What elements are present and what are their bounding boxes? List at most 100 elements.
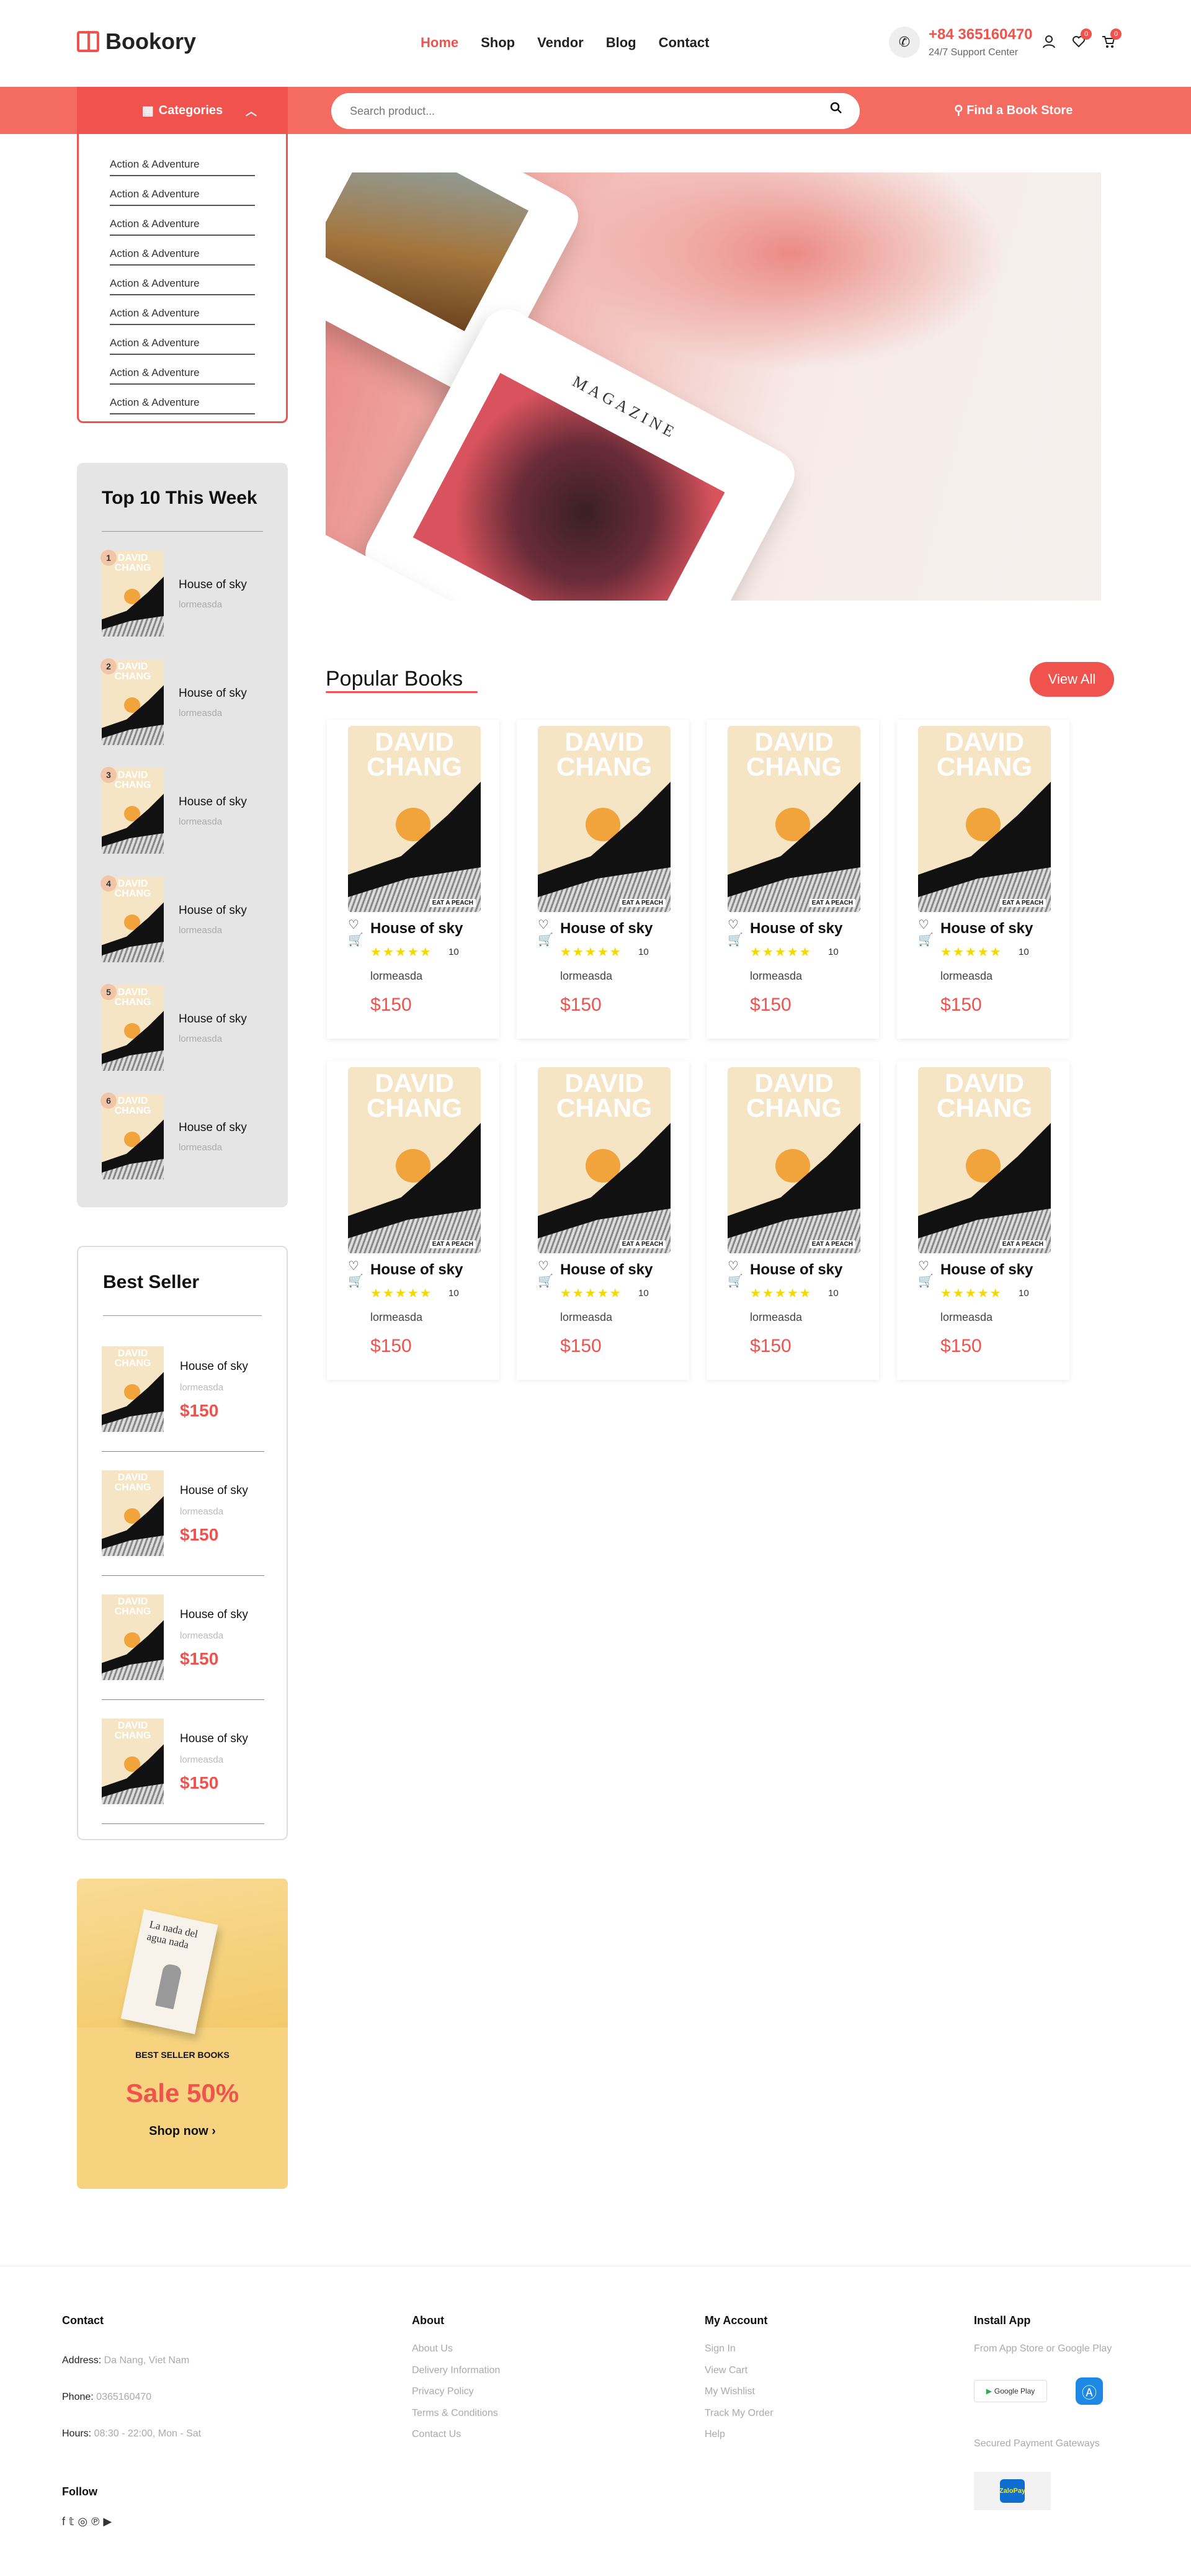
best-seller-item[interactable]: DAVID CHANG House of sky lormeasda $150 — [102, 1452, 264, 1576]
book-card[interactable]: DAVID CHANG EAT A PEACH ♡ 🛒 House of sky ★★★★… — [517, 1061, 689, 1380]
top10-book-title[interactable]: House of sky — [179, 578, 247, 592]
book-title[interactable]: House of sky — [560, 1261, 653, 1279]
book-card[interactable]: DAVID CHANG EAT A PEACH ♡ 🛒 House of sky ★★★★… — [707, 1061, 879, 1380]
footer-link[interactable]: Track My Order — [705, 2408, 774, 2419]
youtube-icon[interactable]: ▶ — [103, 2515, 112, 2528]
user-icon[interactable] — [1042, 35, 1056, 53]
footer-link[interactable]: About Us — [412, 2343, 453, 2355]
top10-item[interactable]: 4 DAVID CHANG House of sky lormeasda — [100, 875, 274, 962]
footer-link[interactable]: Sign In — [705, 2343, 736, 2355]
heart-icon[interactable]: ♡ — [918, 1258, 929, 1274]
cart-icon[interactable]: 🛒 — [728, 932, 743, 947]
cart-icon[interactable]: 🛒 — [918, 1273, 934, 1289]
book-card[interactable]: DAVID CHANG EAT A PEACH ♡ 🛒 House of sky ★★★★… — [517, 720, 689, 1039]
book-card[interactable]: DAVID CHANG EAT A PEACH ♡ 🛒 House of sky ★★★★… — [327, 720, 499, 1039]
book-card[interactable]: DAVID CHANG EAT A PEACH ♡ 🛒 House of sky ★★★★… — [897, 1061, 1069, 1380]
shop-now-link[interactable]: Shop now › — [77, 2124, 288, 2139]
category-item[interactable]: Action & Adventure — [110, 176, 255, 206]
heart-icon[interactable]: ♡ — [348, 917, 359, 932]
category-item[interactable]: Action & Adventure — [110, 355, 255, 385]
footer-link[interactable]: Privacy Policy — [412, 2386, 474, 2397]
cart-icon[interactable]: 🛒 — [348, 932, 364, 947]
best-seller-book-title[interactable]: House of sky — [180, 1360, 248, 1374]
heart-icon[interactable]: ♡ — [918, 917, 929, 932]
best-seller-item[interactable]: DAVID CHANG House of sky lormeasda $150 — [102, 1328, 264, 1452]
top10-book-title[interactable]: House of sky — [179, 1121, 247, 1135]
top10-item[interactable]: 2 DAVID CHANG House of sky lormeasda — [100, 658, 274, 745]
best-seller-book-title[interactable]: House of sky — [180, 1484, 248, 1498]
chevron-right-icon: › — [212, 2124, 216, 2138]
book-title[interactable]: House of sky — [370, 1261, 463, 1279]
heart-icon[interactable]: ♡ — [538, 1258, 549, 1274]
book-title[interactable]: House of sky — [940, 1261, 1033, 1279]
top10-item[interactable]: 5 DAVID CHANG House of sky lormeasda — [100, 984, 274, 1071]
best-seller-item[interactable]: DAVID CHANG House of sky lormeasda $150 — [102, 1700, 264, 1824]
support-phone[interactable]: +84 365160470 — [929, 26, 1033, 43]
top10-book-title[interactable]: House of sky — [179, 904, 247, 918]
cart-icon[interactable]: 🛒 — [918, 932, 934, 947]
logo[interactable]: Bookory — [77, 29, 196, 55]
cart-icon[interactable]: 🛒 — [348, 1273, 364, 1289]
promo-banner[interactable]: La nada del agua nada BEST SELLER BOOKS … — [77, 1879, 288, 2189]
heart-icon[interactable]: ♡ — [538, 917, 549, 932]
book-title[interactable]: House of sky — [370, 920, 463, 937]
footer-link[interactable]: View Cart — [705, 2365, 747, 2376]
top10-item[interactable]: 3 DAVID CHANG House of sky lormeasda — [100, 767, 274, 854]
book-card[interactable]: DAVID CHANG EAT A PEACH ♡ 🛒 House of sky ★★★★… — [897, 720, 1069, 1039]
book-title[interactable]: House of sky — [560, 920, 653, 937]
top10-book-title[interactable]: House of sky — [179, 795, 247, 809]
category-item[interactable]: Action & Adventure — [110, 385, 255, 414]
search-icon[interactable] — [830, 102, 842, 118]
find-store-link[interactable]: ⚲ Find a Book Store — [954, 102, 1073, 118]
nav-shop[interactable]: Shop — [481, 35, 515, 51]
heart-icon[interactable]: ♡ — [728, 1258, 739, 1274]
book-title[interactable]: House of sky — [750, 1261, 842, 1279]
category-item[interactable]: Action & Adventure — [110, 295, 255, 325]
category-item[interactable]: Action & Adventure — [110, 325, 255, 355]
book-title[interactable]: House of sky — [940, 920, 1033, 937]
book-card[interactable]: DAVID CHANG EAT A PEACH ♡ 🛒 House of sky ★★★★… — [327, 1061, 499, 1380]
footer-link[interactable]: Contact Us — [412, 2429, 461, 2440]
footer-link[interactable]: My Wishlist — [705, 2386, 755, 2397]
category-item[interactable]: Action & Adventure — [110, 206, 255, 236]
footer-link[interactable]: Delivery Information — [412, 2365, 500, 2376]
search-input[interactable] — [350, 101, 821, 122]
instagram-icon[interactable]: ◎ — [78, 2515, 87, 2528]
top10-book-title[interactable]: House of sky — [179, 1013, 247, 1026]
best-seller-book-title[interactable]: House of sky — [180, 1732, 248, 1746]
category-item[interactable]: Action & Adventure — [110, 266, 255, 295]
top10-item[interactable]: 6 DAVID CHANG House of sky lormeasda — [100, 1093, 274, 1179]
category-item[interactable]: Action & Adventure — [110, 236, 255, 266]
cart-icon[interactable]: 🛒 — [538, 1273, 553, 1289]
nav-home[interactable]: Home — [421, 35, 458, 51]
categories-button[interactable]: ▦ Categories ︿ — [77, 87, 288, 134]
cart-icon[interactable]: 🛒 — [728, 1273, 743, 1289]
phone-value[interactable]: 0365160470 — [96, 2392, 151, 2402]
footer-link[interactable]: Terms & Conditions — [412, 2408, 498, 2419]
cart-icon[interactable]: 0 — [1102, 29, 1122, 53]
heart-icon[interactable]: ♡ — [728, 917, 739, 932]
hero-banner[interactable]: MAGAZINE — [326, 172, 1101, 601]
book-title[interactable]: House of sky — [750, 920, 842, 937]
footer-link[interactable]: Help — [705, 2429, 725, 2440]
top10-item[interactable]: 1 DAVID CHANG House of sky lormeasda — [100, 550, 274, 637]
google-play-button[interactable]: ▶ Google Play — [974, 2380, 1047, 2402]
twitter-icon[interactable]: 𝕥 — [69, 2515, 74, 2528]
heart-icon[interactable]: ♡ — [348, 1258, 359, 1274]
view-all-button[interactable]: View All — [1030, 662, 1114, 697]
app-store-icon[interactable]: Ⓐ — [1076, 2377, 1103, 2405]
book-card[interactable]: DAVID CHANG EAT A PEACH ♡ 🛒 House of sky ★★★★… — [707, 720, 879, 1039]
top10-book-title[interactable]: House of sky — [179, 687, 247, 700]
category-item[interactable]: Action & Adventure — [110, 146, 255, 176]
shop-now-label: Shop now — [149, 2124, 208, 2138]
best-seller-book-title[interactable]: House of sky — [180, 1608, 248, 1622]
nav-contact[interactable]: Contact — [659, 35, 710, 51]
facebook-icon[interactable]: f — [62, 2515, 65, 2528]
book-price: $150 — [560, 1336, 602, 1356]
pinterest-icon[interactable]: ℗ — [91, 2515, 99, 2528]
nav-blog[interactable]: Blog — [606, 35, 636, 51]
cart-icon[interactable]: 🛒 — [538, 932, 553, 947]
best-seller-item[interactable]: DAVID CHANG House of sky lormeasda $150 — [102, 1576, 264, 1700]
wishlist-heart-icon[interactable]: 0 — [1072, 29, 1092, 53]
nav-vendor[interactable]: Vendor — [537, 35, 584, 51]
